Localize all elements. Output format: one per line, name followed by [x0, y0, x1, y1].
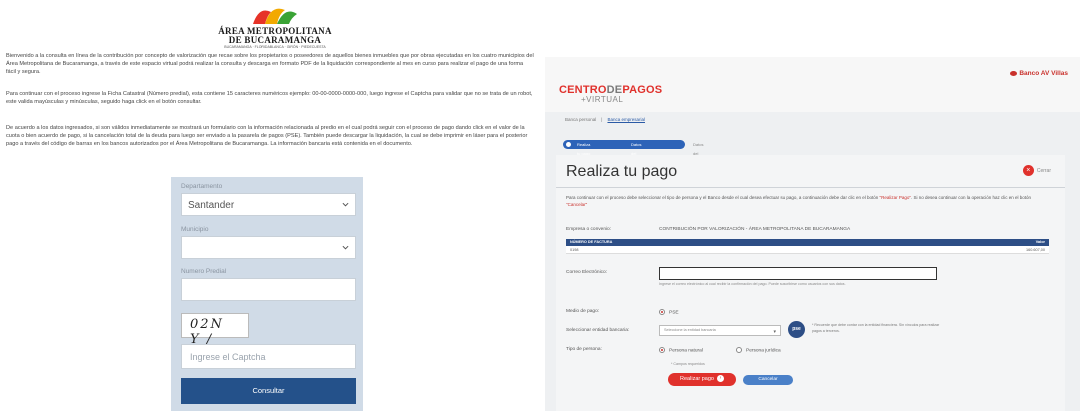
captcha-image: 02N Y /: [181, 313, 249, 347]
persona-natural-label: Persona natural: [669, 348, 703, 354]
logo-virtual: VIRTUAL: [586, 95, 624, 104]
chevron-down-icon: ▾: [773, 329, 776, 335]
persona-juridica-label: Persona jurídica: [746, 348, 781, 354]
email-field[interactable]: [659, 267, 937, 280]
breadcrumb-banca-empresarial[interactable]: Banca empresarial: [607, 117, 645, 122]
divider: [556, 187, 1065, 188]
invoice-number: 0198: [570, 248, 579, 252]
bank-logo-text: Banco AV Villas: [1019, 70, 1068, 77]
departamento-select[interactable]: Santander: [181, 193, 356, 216]
centro-de-pagos-header: CENTRODEPAGOS +VIRTUAL Banco AV Villas: [545, 57, 1080, 112]
close-button[interactable]: × Cerrar: [1022, 165, 1051, 176]
invoice-value: 160.607,00: [1025, 248, 1045, 252]
chevron-down-icon: [342, 245, 349, 250]
realizar-pago-label: Realizar pago: [680, 376, 714, 382]
centro-de-pagos-logo: CENTRODEPAGOS +VIRTUAL: [559, 84, 663, 104]
banco-placeholder: Seleccione la entidad bancaria: [664, 328, 716, 332]
close-label: Cerrar: [1036, 167, 1051, 174]
consultar-button[interactable]: Consultar: [181, 378, 356, 404]
instructions-part-c: . Si no desea continuar con la operación…: [910, 195, 1032, 200]
chevron-down-icon: [342, 202, 349, 207]
pse-logo-icon: pse: [788, 321, 805, 338]
required-note: * Campos requeridos: [671, 362, 705, 366]
radio-empty-icon: [736, 347, 742, 353]
medio-pago-value: PSE: [669, 310, 679, 316]
instructions-cancelar-highlight: "Cancelar": [566, 202, 588, 207]
invoice-table-header: NÚMERO DE FACTURA Valor: [566, 239, 1049, 246]
breadcrumb-banca-personal[interactable]: Banca personal: [565, 117, 596, 122]
realizar-pago-button[interactable]: Realizar pago ›: [668, 373, 736, 386]
pse-note: * Recuerde que debe contar con la entida…: [812, 323, 940, 333]
empresa-value: CONTRIBUCIÓN POR VALORIZACIÓN - ÁREA MET…: [659, 227, 851, 232]
radio-selected-icon: [659, 309, 665, 315]
banco-label: Seleccionar entidad bancaria:: [566, 328, 630, 333]
table-row: 0198 160.607,00: [566, 246, 1049, 254]
instructions-realizar-highlight: "Realizar Pago": [879, 195, 911, 200]
breadcrumb: Banca personal | Banca empresarial: [565, 117, 645, 122]
municipio-select[interactable]: [181, 236, 356, 259]
email-label: Correo Electrónico:: [566, 270, 608, 275]
empresa-label: Empresa o convenio:: [566, 227, 612, 232]
medio-pago-option[interactable]: PSE: [659, 309, 679, 315]
captcha-input[interactable]: Ingrese el Captcha: [181, 344, 356, 369]
arrow-right-icon: ›: [716, 375, 724, 383]
invoice-header-number: NÚMERO DE FACTURA: [570, 240, 613, 244]
instructions-part-a: Para continuar con el proceso debe selec…: [566, 195, 880, 200]
email-hint: Ingrese el correo electrónico al cual re…: [659, 282, 846, 286]
centro-de-pagos-panel: CENTRODEPAGOS +VIRTUAL Banco AV Villas B…: [545, 57, 1080, 411]
medio-pago-label: Medio de pago:: [566, 309, 600, 314]
bank-logo-icon: [1010, 70, 1018, 76]
invoice-header-value: Valor: [1035, 240, 1045, 244]
step-dot-icon: [566, 142, 571, 147]
bank-logo: Banco AV Villas: [1010, 70, 1068, 77]
page-title: Realiza tu pago: [566, 163, 678, 180]
consulta-form: Departamento Santander Municipio Numero …: [171, 0, 363, 411]
amb-consulta-panel: ÁREA METROPOLITANA DE BUCARAMANGA BUCARA…: [0, 0, 540, 411]
close-icon: ×: [1022, 165, 1034, 176]
cancelar-button[interactable]: Cancelar: [743, 375, 793, 385]
municipio-label: Municipio: [181, 226, 209, 233]
payment-card: Realiza tu pago × Cerrar Para continuar c…: [556, 155, 1065, 411]
persona-natural-radio[interactable]: Persona natural: [659, 347, 703, 353]
departamento-value: Santander: [188, 200, 235, 211]
persona-juridica-radio[interactable]: Persona jurídica: [736, 347, 781, 353]
departamento-label: Departamento: [181, 183, 223, 190]
numero-predial-input[interactable]: [181, 278, 356, 301]
radio-selected-icon: [659, 347, 665, 353]
logo-pagos: PAGOS: [622, 84, 663, 96]
numero-predial-label: Numero Predial: [181, 268, 227, 275]
tipo-persona-label: Tipo de persona:: [566, 347, 602, 352]
banco-select[interactable]: Seleccione la entidad bancaria ▾: [659, 325, 781, 336]
instructions-text: Para continuar con el proceso debe selec…: [566, 194, 1046, 208]
